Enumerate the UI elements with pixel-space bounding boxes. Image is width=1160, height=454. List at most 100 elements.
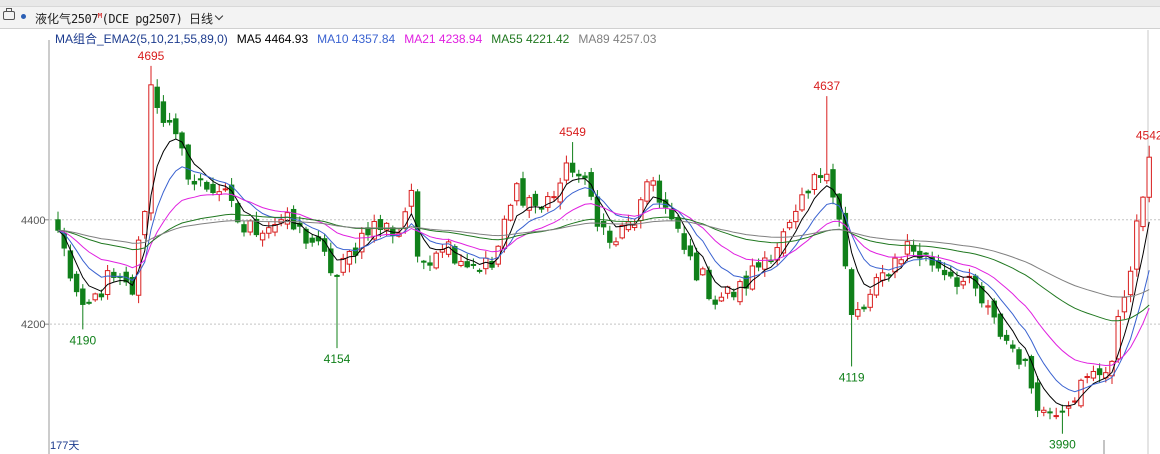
candle-body	[520, 178, 526, 206]
candle-body	[892, 257, 898, 273]
candle-body	[613, 241, 619, 246]
candle-body	[266, 227, 272, 234]
y-tick-label-4200: 4200	[21, 319, 45, 331]
candle-body	[985, 305, 991, 308]
price-label-high: 4695	[138, 49, 165, 63]
candle-body	[1084, 376, 1090, 379]
candle-body	[1127, 270, 1134, 296]
candle-body	[135, 239, 142, 296]
days-count: 177天	[50, 440, 80, 452]
ma10-line	[57, 166, 1150, 393]
candle-body	[948, 271, 954, 277]
price-label-low: 4190	[69, 333, 96, 347]
candle-body	[817, 175, 824, 178]
candle-body	[210, 183, 216, 193]
candle-body	[848, 269, 855, 315]
candle-body	[824, 173, 830, 182]
price-label-low: 4154	[324, 352, 351, 366]
candle-body	[551, 196, 557, 199]
candle-body	[55, 219, 61, 231]
candle-body	[1090, 370, 1097, 379]
candle-body	[941, 269, 948, 276]
price-label-high: 4542	[1136, 129, 1160, 143]
candle-body	[458, 260, 464, 266]
candle-body	[693, 252, 700, 281]
candle-body	[1003, 334, 1010, 341]
candle-body	[755, 262, 762, 268]
candle-body	[309, 237, 315, 243]
candle-body	[607, 230, 613, 243]
candle-body	[886, 274, 892, 277]
candle-body	[1010, 344, 1016, 349]
candle-body	[204, 181, 210, 190]
candle-body	[1140, 196, 1146, 228]
price-label-low: 3990	[1049, 438, 1076, 452]
candle-body	[408, 189, 415, 207]
candle-body	[334, 274, 340, 277]
candle-body	[731, 291, 737, 298]
candle-body	[464, 261, 470, 268]
candle-body	[644, 181, 650, 202]
candle-body	[997, 313, 1004, 337]
candle-body	[706, 269, 712, 300]
candle-body	[166, 119, 173, 123]
candle-body	[160, 101, 167, 123]
candle-body	[1121, 296, 1128, 313]
price-label-high: 4549	[559, 125, 586, 139]
candle-body	[514, 183, 520, 202]
candle-body	[1047, 411, 1053, 414]
candle-body	[687, 245, 694, 257]
candle-body	[762, 257, 768, 270]
candle-body	[811, 174, 818, 190]
candle-body	[1096, 368, 1103, 376]
candle-body	[86, 301, 92, 304]
candle-body	[960, 280, 966, 286]
candle-body	[867, 293, 873, 308]
candle-body	[855, 309, 861, 317]
candle-body	[873, 277, 880, 296]
candle-body	[507, 204, 514, 221]
candle-body	[582, 175, 588, 179]
candle-body	[1022, 358, 1028, 362]
candle-body	[73, 273, 80, 293]
candle-body	[104, 270, 111, 296]
candle-body	[675, 217, 681, 229]
candle-body	[241, 224, 247, 233]
candle-body	[923, 252, 929, 255]
candle-body	[879, 272, 886, 281]
candle-body	[563, 162, 570, 181]
candle-body	[197, 178, 204, 181]
candle-body	[799, 194, 805, 211]
candle-body	[700, 268, 706, 276]
candle-body	[954, 277, 960, 287]
candle-body	[259, 232, 266, 241]
candle-body	[191, 180, 198, 185]
candle-body	[80, 288, 86, 305]
price-label-high: 4637	[813, 79, 840, 93]
candle-body	[718, 296, 725, 302]
candle-body	[861, 306, 867, 310]
candle-body	[173, 118, 179, 135]
candle-body	[154, 86, 160, 108]
candle-body	[452, 246, 458, 264]
candle-body	[421, 260, 427, 263]
candle-body	[600, 220, 607, 228]
candle-body	[67, 250, 74, 279]
candle-body	[284, 212, 291, 225]
candlestick-chart[interactable]: 4200 4400 4695 4190 4154 4549 4637 4119 3990 4542	[0, 0, 1160, 454]
candle-body	[532, 193, 539, 206]
candle-body	[569, 162, 576, 173]
candle-body	[681, 233, 687, 250]
candle-body	[1078, 379, 1084, 407]
candle-body	[1034, 382, 1041, 411]
candle-body	[1134, 220, 1140, 270]
candle-body	[904, 241, 911, 255]
candle-body	[1016, 349, 1022, 365]
candle-body	[1053, 415, 1059, 418]
candle-body	[98, 293, 105, 298]
candle-body	[235, 203, 241, 223]
candle-body	[476, 269, 483, 272]
candle-body	[805, 190, 811, 194]
candle-body	[433, 252, 439, 269]
candle-body	[619, 225, 625, 239]
